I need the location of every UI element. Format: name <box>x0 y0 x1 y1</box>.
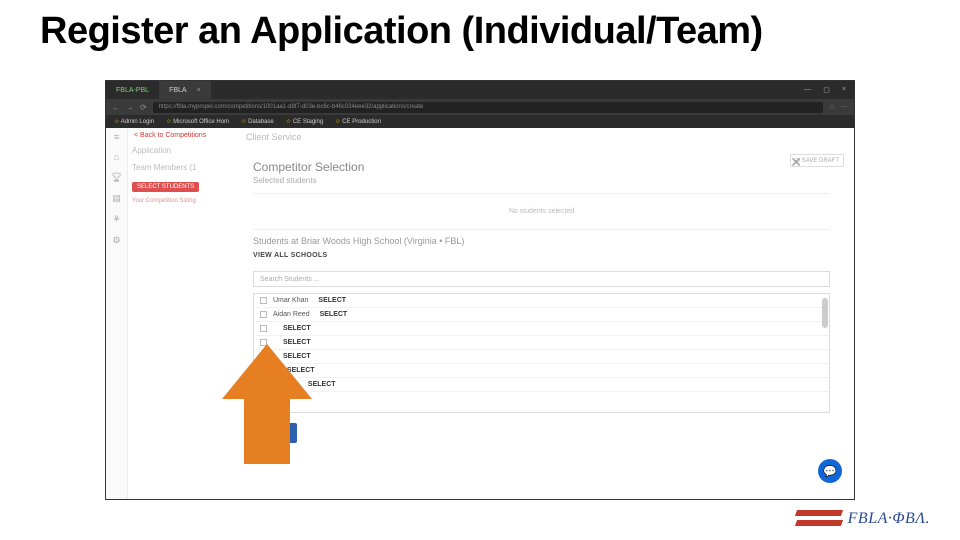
star-icon[interactable]: ☆ <box>829 103 835 111</box>
bookmark-item[interactable]: Admin Login <box>114 118 154 125</box>
scrollbar-thumb[interactable] <box>822 298 828 328</box>
student-name: Shakley <box>273 381 298 388</box>
app-content: ≡ ⌂ 🏆︎ ▤ ⚘ ⚙ < Back to Competitions Clie… <box>106 128 854 499</box>
select-button[interactable]: SELECT <box>283 325 311 332</box>
modal-title: Competitor Selection <box>241 152 842 174</box>
bookmark-item[interactable]: CE Staging <box>286 118 323 125</box>
tab-label: FBLA <box>169 87 187 94</box>
team-members-label: Team Members (1 <box>132 163 242 172</box>
view-all-schools-link[interactable]: VIEW ALL SCHOOLS <box>241 250 842 267</box>
student-row[interactable]: h SELECT <box>254 364 829 378</box>
school-heading: Students at Briar Woods High School (Vir… <box>241 230 842 250</box>
breadcrumb: Client Service <box>246 132 302 142</box>
checkbox-icon[interactable] <box>260 339 267 346</box>
done-button[interactable]: DONE <box>253 423 297 443</box>
left-nav-rail: ≡ ⌂ 🏆︎ ▤ ⚘ ⚙ <box>106 128 128 499</box>
student-row[interactable]: Aidan Reed SELECT <box>254 308 829 322</box>
modal-subtitle: Selected students <box>241 174 842 193</box>
sizing-note: Your Competition Sizing <box>132 198 242 204</box>
select-button[interactable]: SELECT <box>308 381 336 388</box>
users-icon[interactable]: ⚘ <box>112 214 120 225</box>
empty-state-text: No students selected <box>241 194 842 229</box>
select-button[interactable]: SELECT <box>320 311 348 318</box>
browser-tab[interactable]: FBLA-PBL <box>106 81 159 99</box>
close-window-icon[interactable]: × <box>842 86 846 94</box>
browser-tab-active[interactable]: FBLA × <box>159 81 211 99</box>
search-students-input[interactable]: Search Students ... <box>253 271 830 287</box>
bookmark-item[interactable]: Database <box>241 118 274 125</box>
gear-icon[interactable]: ⚙ <box>112 235 120 246</box>
bookmark-item[interactable]: CE Production <box>335 118 381 125</box>
menu-icon[interactable]: ⋯ <box>841 103 848 111</box>
maximize-icon[interactable]: ▢ <box>823 86 830 94</box>
back-icon[interactable]: ← <box>112 103 120 112</box>
close-tab-icon[interactable]: × <box>197 87 201 94</box>
trophy-icon[interactable]: 🏆︎ <box>111 172 122 183</box>
forward-icon[interactable]: → <box>126 103 134 112</box>
reload-icon[interactable]: ⟳ <box>140 103 147 112</box>
student-name: Umar Khan <box>273 297 308 304</box>
select-students-button[interactable]: SELECT STUDENTS <box>132 182 199 192</box>
student-row[interactable]: SELECT <box>254 336 829 350</box>
logo-text: FBLA·ΦΒΛ. <box>848 510 930 528</box>
select-button[interactable]: SELECT <box>287 367 315 374</box>
student-name: h <box>273 367 277 374</box>
student-row[interactable]: Shakley SELECT <box>254 378 829 392</box>
bookmark-item[interactable]: Microsoft Office Hom <box>166 118 229 125</box>
slide-title: Register an Application (Individual/Team… <box>0 0 960 53</box>
student-name: Aidan Reed <box>273 311 310 318</box>
checkbox-icon[interactable] <box>260 353 267 360</box>
browser-address-bar: ← → ⟳ https://fbla.mypropel.com/competit… <box>106 99 854 115</box>
student-row[interactable]: SELECT <box>254 322 829 336</box>
menu-icon[interactable]: ≡ <box>114 132 119 142</box>
checkbox-icon[interactable] <box>260 381 267 388</box>
fbla-logo: FBLA·ΦΒΛ. <box>796 506 930 532</box>
window-controls: — ▢ × <box>804 86 854 94</box>
back-to-competitions-link[interactable]: < Back to Competitions <box>134 132 206 139</box>
student-row[interactable]: Umar Khan SELECT <box>254 294 829 308</box>
select-button[interactable]: SELECT <box>318 297 346 304</box>
save-draft-button[interactable]: ⊘ SAVE DRAFT <box>790 154 844 167</box>
checkbox-icon[interactable] <box>260 325 267 332</box>
browser-window: FBLA-PBL FBLA × — ▢ × ← → ⟳ https://fbla… <box>105 80 855 500</box>
home-icon[interactable]: ⌂ <box>114 152 119 162</box>
student-list: Umar KhanSELECT Aidan ReedSELECT SELECT … <box>253 293 830 413</box>
bookmark-bar: Admin Login Microsoft Office Hom Databas… <box>106 115 854 128</box>
student-row[interactable]: SELECT <box>254 350 829 364</box>
checkbox-icon[interactable] <box>260 367 267 374</box>
select-button[interactable]: SELECT <box>283 353 311 360</box>
select-button[interactable]: SELECT <box>283 339 311 346</box>
list-icon[interactable]: ▤ <box>112 193 121 204</box>
tab-label: FBLA-PBL <box>116 87 149 94</box>
url-field[interactable]: https://fbla.mypropel.com/competitions/1… <box>153 102 823 113</box>
background-form: Application Team Members (1 SELECT STUDE… <box>132 146 242 204</box>
minimize-icon[interactable]: — <box>804 86 811 94</box>
application-label: Application <box>132 146 242 155</box>
browser-tab-bar: FBLA-PBL FBLA × — ▢ × <box>106 81 854 99</box>
checkbox-icon[interactable] <box>260 311 267 318</box>
checkbox-icon[interactable] <box>260 297 267 304</box>
logo-stripes-icon <box>796 506 842 532</box>
competitor-selection-modal: ✕ ⊘ SAVE DRAFT Competitor Selection Sele… <box>241 152 842 487</box>
chat-fab-icon[interactable]: 💬 <box>818 459 842 483</box>
